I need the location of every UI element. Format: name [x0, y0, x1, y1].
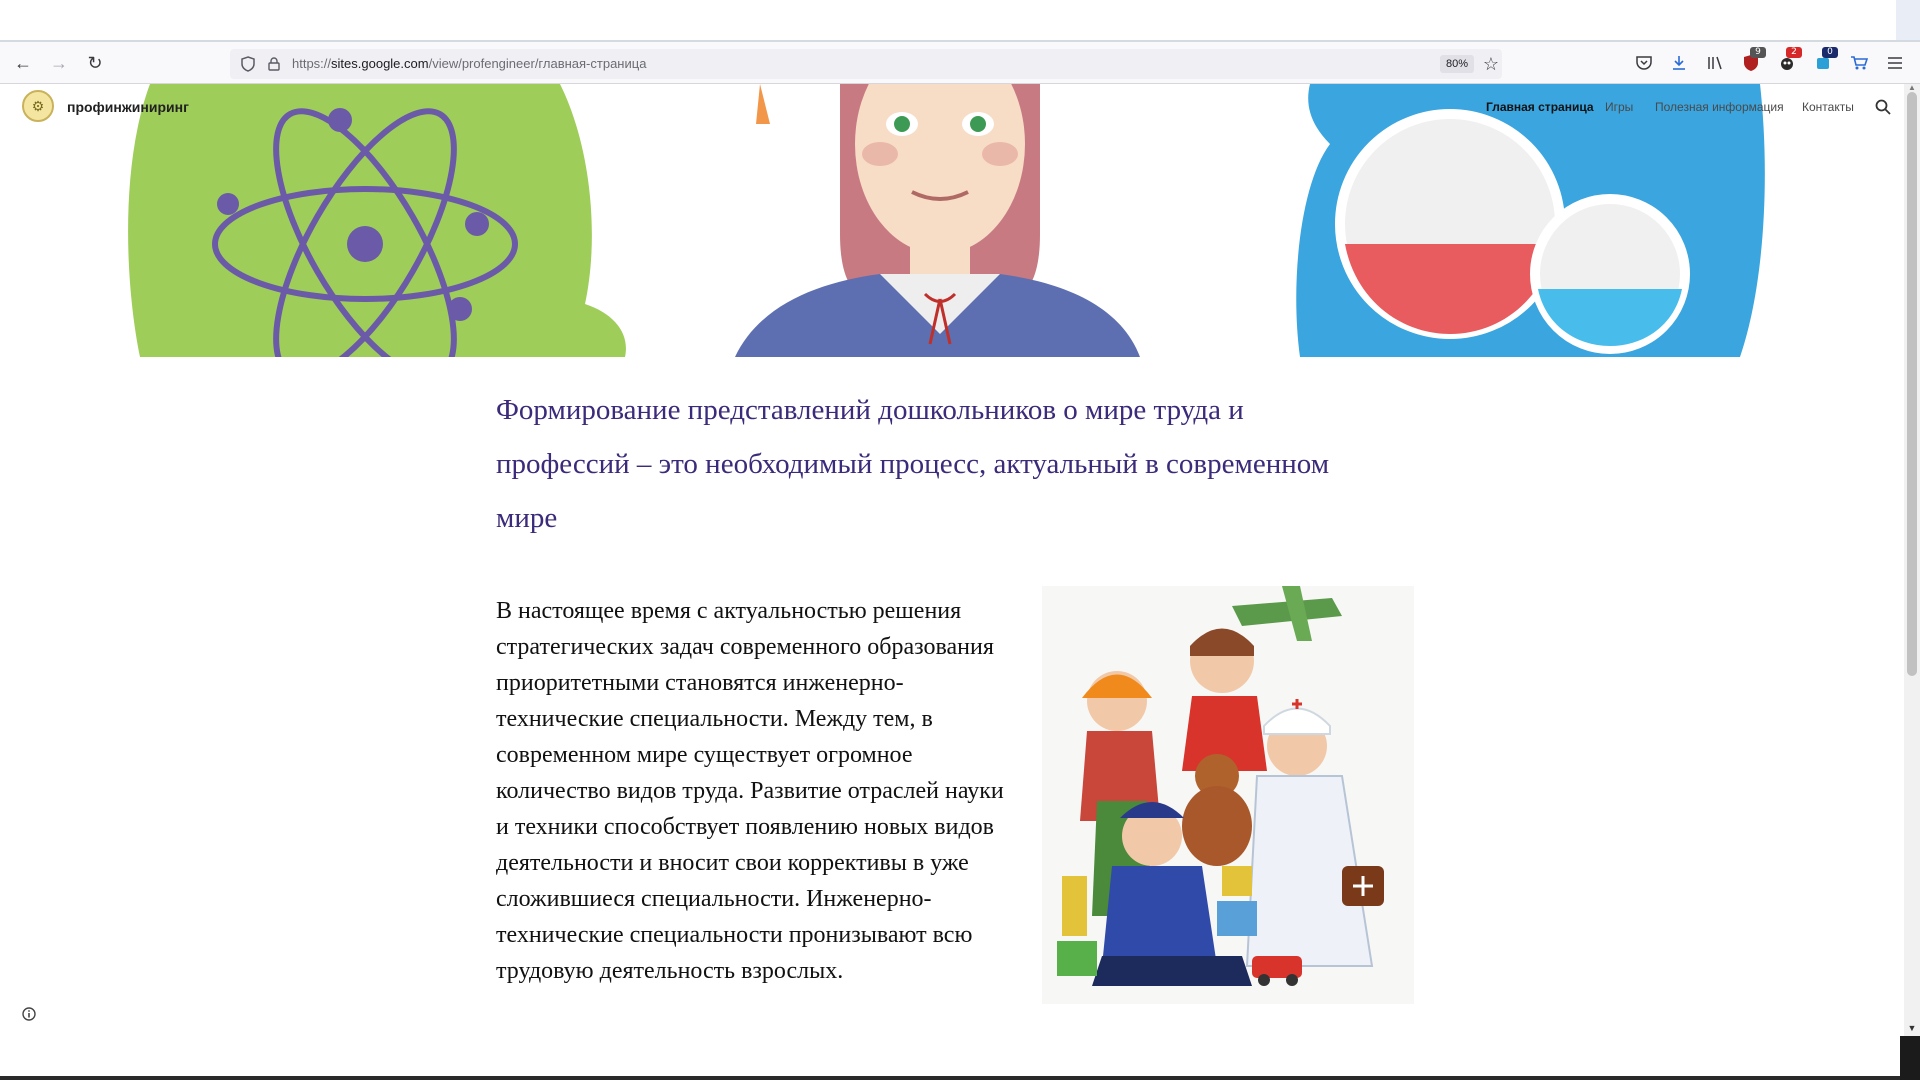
- url-path: /view/profengineer/главная-страница: [428, 56, 647, 71]
- extension-blue-badge: 0: [1822, 47, 1838, 58]
- url-prefix: https://: [292, 56, 332, 71]
- arrow-left-icon: ←: [14, 52, 32, 73]
- url-text[interactable]: https://sites.google.com/view/profengine…: [292, 56, 646, 71]
- reload-button[interactable]: ↻: [83, 51, 107, 75]
- site-title[interactable]: профинжиниринг: [67, 99, 189, 115]
- reload-icon: ↻: [87, 52, 103, 73]
- site-logo[interactable]: ⚙: [22, 90, 54, 122]
- search-icon[interactable]: [1872, 96, 1894, 118]
- window-titlebar: [0, 0, 1920, 42]
- nav-item-games[interactable]: Игры: [1605, 100, 1633, 114]
- hero-banner: ⚙ профинжиниринг Главная страница Игры П…: [0, 84, 1904, 357]
- hamburger-icon[interactable]: [1883, 51, 1907, 75]
- arrow-right-icon: →: [50, 52, 68, 73]
- forward-button[interactable]: →: [47, 51, 71, 75]
- children-professions-illustration: [1042, 586, 1414, 1004]
- nav-item-home[interactable]: Главная страница: [1486, 100, 1594, 114]
- library-icon[interactable]: [1703, 51, 1727, 75]
- scroll-up-icon[interactable]: ▲: [1904, 84, 1920, 92]
- star-icon[interactable]: ☆: [1480, 53, 1502, 75]
- extension-blue-icon[interactable]: 0: [1811, 47, 1838, 75]
- taskbar-edge: [0, 1076, 1900, 1080]
- window-corner: [1900, 1036, 1920, 1080]
- page-scrollbar[interactable]: ▲ ▼: [1904, 84, 1920, 1080]
- zoom-indicator[interactable]: 80%: [1440, 55, 1475, 73]
- scroll-down-icon[interactable]: ▼: [1904, 1022, 1920, 1034]
- page-heading: Формирование представлений дошкольников …: [496, 394, 1330, 534]
- lock-icon[interactable]: [264, 54, 284, 74]
- scrollbar-thumb[interactable]: [1907, 92, 1917, 676]
- nav-item-contacts[interactable]: Контакты: [1802, 100, 1854, 114]
- web-page: ⚙ профинжиниринг Главная страница Игры П…: [0, 84, 1904, 1080]
- back-button[interactable]: ←: [11, 51, 35, 75]
- browser-toolbar: ← → ↻ https://sites.google.com/view/prof…: [0, 42, 1920, 84]
- window-edge: [1896, 0, 1920, 40]
- ublock-icon[interactable]: 9: [1739, 47, 1766, 75]
- info-icon[interactable]: [20, 1005, 38, 1023]
- url-domain: sites.google.com: [331, 56, 429, 71]
- shield-icon[interactable]: [238, 54, 258, 74]
- site-header: ⚙ профинжиниринг Главная страница Игры П…: [0, 84, 1904, 130]
- pocket-icon[interactable]: [1632, 51, 1656, 75]
- address-bar[interactable]: https://sites.google.com/view/profengine…: [230, 49, 1502, 79]
- intro-paragraph: В настоящее время с актуальностью решени…: [496, 598, 1004, 984]
- download-icon[interactable]: [1667, 51, 1691, 75]
- extension-red-badge: 2: [1786, 47, 1802, 58]
- ublock-badge: 9: [1750, 47, 1766, 58]
- nav-item-useful-info[interactable]: Полезная информация: [1655, 100, 1784, 114]
- extension-red-icon[interactable]: 2: [1775, 47, 1802, 75]
- cart-icon[interactable]: [1847, 51, 1871, 75]
